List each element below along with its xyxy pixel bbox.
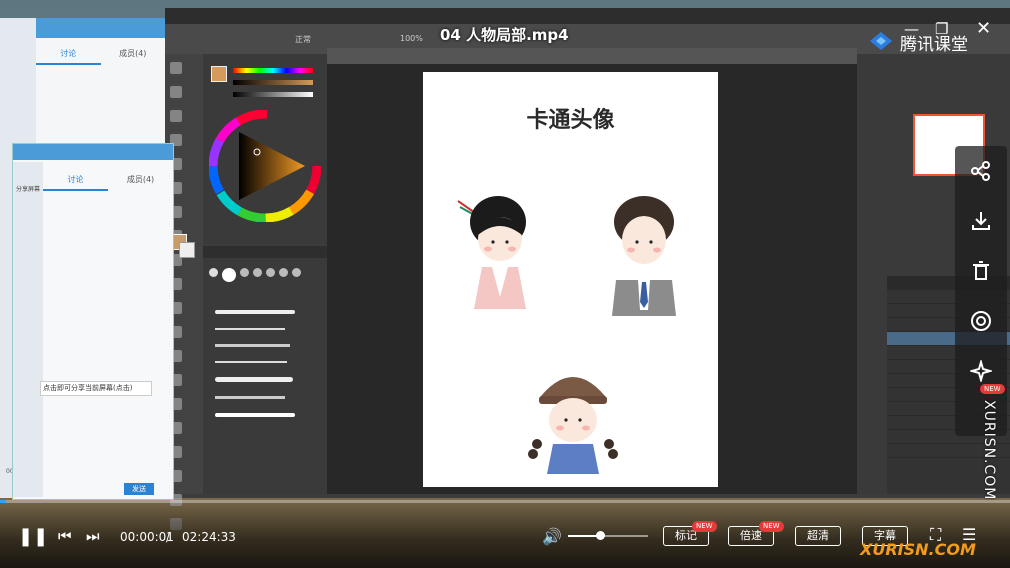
color-wheel[interactable] — [209, 110, 321, 222]
photoshop-window: 正常 100% 卡通头像 — [165, 8, 1010, 530]
background-color-swatch[interactable] — [179, 242, 195, 258]
progress-bar[interactable] — [0, 500, 1010, 503]
chat-tabs-back[interactable]: 讨论 成员(4) — [36, 44, 165, 65]
chat-sidebar-front[interactable]: 分享屏幕 — [13, 162, 43, 497]
send-button[interactable]: 发送 — [124, 483, 154, 495]
close-window-icon[interactable]: ✕ — [976, 18, 991, 39]
ps-preset-label[interactable]: 正常 — [295, 34, 311, 45]
chat-window-front: 分享屏幕 讨论 成员(4) — [12, 143, 174, 500]
progress-fill — [0, 500, 6, 503]
hue-slider[interactable] — [233, 68, 313, 73]
ps-menubar[interactable] — [165, 8, 1010, 24]
current-color-swatch[interactable] — [211, 66, 227, 82]
tencent-classroom-logo-icon — [870, 32, 892, 50]
watermark-vertical: XURISN.COM — [981, 400, 997, 501]
chat-tabs-front[interactable]: 讨论 成员(4) — [43, 170, 173, 191]
quality-button[interactable]: 超清 — [795, 526, 841, 546]
new-badge: NEW — [980, 384, 1005, 394]
brush-tip-row[interactable] — [203, 258, 327, 292]
share-tooltip[interactable]: 点击即可分享当前屏幕(点击) — [40, 381, 152, 396]
chat-titlebar[interactable] — [36, 18, 165, 38]
brightness-slider[interactable] — [233, 92, 313, 97]
total-time: 02:24:33 — [182, 530, 236, 544]
volume-knob[interactable] — [596, 531, 605, 540]
brush-panel-tabs[interactable] — [203, 246, 327, 258]
pause-icon[interactable]: ❚❚ — [18, 526, 48, 547]
document-tab[interactable] — [327, 48, 857, 64]
download-icon[interactable] — [955, 196, 1007, 246]
lasso-tool-icon[interactable] — [170, 110, 182, 122]
tab-discuss-front[interactable]: 讨论 — [43, 170, 108, 191]
tab-members[interactable]: 成员(4) — [101, 44, 166, 65]
avatar-girl-beanie — [528, 377, 618, 474]
minimize-window-icon[interactable]: — — [904, 20, 919, 38]
ps-opacity-value[interactable]: 100% — [400, 34, 423, 43]
chat-titlebar-front[interactable] — [13, 144, 173, 160]
move-tool-icon[interactable] — [170, 62, 182, 74]
previous-icon[interactable]: ⏮ — [58, 527, 72, 545]
video-title: 04 人物局部.mp4 — [440, 26, 569, 44]
new-badge: NEW — [759, 521, 784, 532]
watermark-horizontal: XURISN.COM — [860, 540, 976, 559]
tab-discuss[interactable]: 讨论 — [36, 44, 101, 65]
avatar-girl-hairpin — [457, 196, 526, 309]
brush-panel[interactable] — [203, 246, 327, 494]
delete-icon[interactable] — [955, 246, 1007, 296]
canvas-title: 卡通头像 — [526, 108, 615, 133]
marquee-tool-icon[interactable] — [170, 86, 182, 98]
new-badge: NEW — [692, 521, 717, 532]
avatar-boy-tie — [612, 196, 676, 316]
time-separator: / — [166, 530, 171, 544]
share-screen-label[interactable]: 分享屏幕 — [13, 184, 43, 193]
volume-icon[interactable]: 🔊 — [542, 527, 562, 546]
saturation-slider[interactable] — [233, 80, 313, 85]
record-icon[interactable] — [955, 296, 1007, 346]
share-icon[interactable] — [955, 146, 1007, 196]
tab-members-front[interactable]: 成员(4) — [108, 170, 173, 191]
color-panel[interactable] — [203, 54, 327, 244]
next-icon[interactable]: ⏭ — [86, 527, 100, 545]
restore-window-icon[interactable]: ❐ — [935, 20, 948, 38]
artboard[interactable]: 卡通头像 — [423, 72, 718, 487]
brush-stroke-list[interactable] — [203, 292, 327, 435]
